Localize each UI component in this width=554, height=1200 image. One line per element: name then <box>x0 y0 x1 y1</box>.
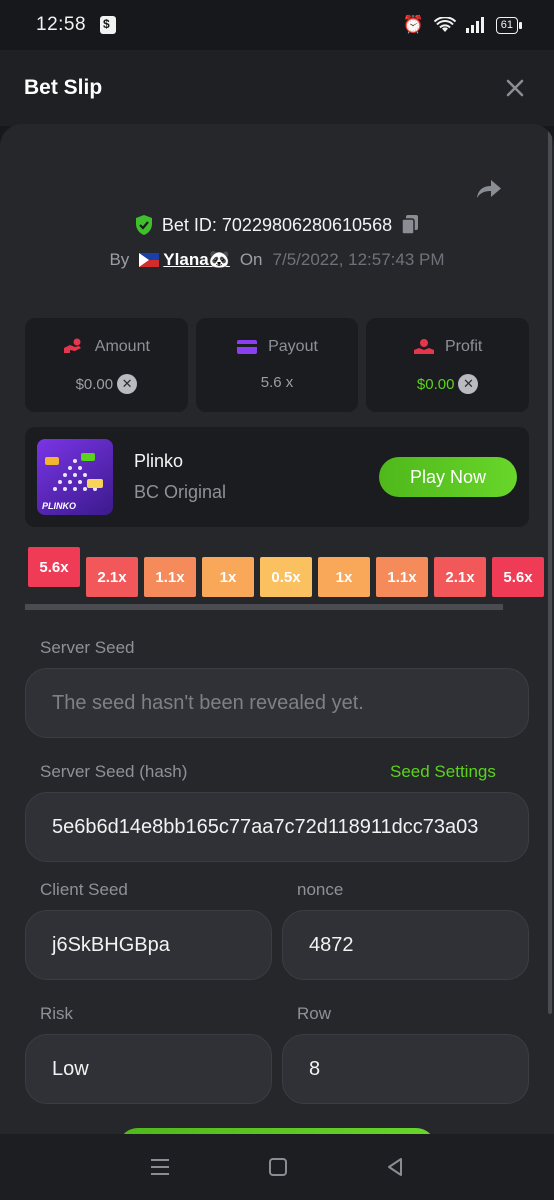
share-icon[interactable] <box>474 174 504 204</box>
bet-slip-header: Bet Slip <box>0 50 554 126</box>
multiplier-tile: 0.5x <box>260 557 312 597</box>
profit-value: $0.00 <box>416 375 455 393</box>
game-name: Plinko <box>134 451 184 471</box>
multiplier-tile: 1x <box>318 557 370 597</box>
risk-field[interactable]: Low <box>25 1034 272 1104</box>
coin-icon: ✕ <box>458 374 479 394</box>
bet-id: Bet ID: 70229806280610568 <box>161 214 393 235</box>
seed-settings-link[interactable]: Seed Settings <box>390 762 496 782</box>
client-seed-label: Client Seed <box>40 880 128 899</box>
profit-icon <box>414 339 434 354</box>
close-icon <box>506 79 524 97</box>
bet-id-row: Bet ID: 70229806280610568 <box>0 214 554 236</box>
back-icon[interactable] <box>385 1157 405 1177</box>
on-label: On <box>239 250 263 269</box>
shop-notification-icon <box>100 16 117 34</box>
recents-icon[interactable] <box>149 1157 171 1177</box>
bet-date: 7/5/2022, 12:57:43 PM <box>272 250 445 269</box>
payout-card: Payout 5.6 x <box>195 318 359 412</box>
bet-meta-row: By Ylana🐼 On 7/5/2022, 12:57:43 PM <box>0 250 554 270</box>
page-title: Bet Slip <box>24 76 103 99</box>
multiplier-tile: 2.1x <box>86 557 138 597</box>
philippines-flag-icon <box>139 253 160 267</box>
plinko-thumbnail[interactable]: PLINKO <box>37 439 113 515</box>
user-name: Ylana🐼 <box>163 250 230 269</box>
amount-card: Amount $0.00 ✕ <box>25 318 188 412</box>
bet-slip-panel: Bet ID: 70229806280610568 By Ylana🐼 On 7… <box>0 124 554 1134</box>
payout-value: 5.6 x <box>260 374 294 391</box>
profit-card: Profit $0.00 ✕ <box>366 318 530 412</box>
multiplier-tile: 5.6x <box>28 547 80 587</box>
multiplier-tile: 1.1x <box>376 557 428 597</box>
nonce-label: nonce <box>297 880 344 899</box>
shield-check-icon <box>135 215 152 235</box>
bet-stats: Amount $0.00 ✕ Payout 5.6 x Profit $0.00 <box>25 318 530 412</box>
amount-label: Amount <box>94 338 150 355</box>
row-field[interactable]: 8 <box>282 1034 529 1104</box>
user-link[interactable]: Ylana🐼 <box>139 250 230 270</box>
thumbnail-label: PLINKO <box>42 501 77 511</box>
server-seed-hash-label: Server Seed (hash) <box>40 762 188 781</box>
by-label: By <box>109 250 130 269</box>
play-now-button[interactable]: Play Now <box>379 457 517 497</box>
server-seed-hash-field[interactable]: 5e6b6d14e8bb165c77aa7c72d118911dcc73a03 <box>25 792 529 862</box>
multiplier-row: 5.6x 2.1x 1.1x 1x 0.5x 1x 1.1x 2.1x 5.6x <box>28 547 554 607</box>
status-bar: 12:58 ⏰ 61 <box>0 0 554 50</box>
coin-icon: ✕ <box>117 374 138 394</box>
row-label: Row <box>297 1004 332 1023</box>
amount-value: $0.00 <box>75 375 114 393</box>
alarm-icon: ⏰ <box>402 15 424 34</box>
home-icon[interactable] <box>268 1157 288 1177</box>
server-seed-label: Server Seed <box>40 638 135 657</box>
risk-label: Risk <box>40 1004 74 1023</box>
amount-icon <box>63 338 81 353</box>
game-provider: BC Original <box>134 482 227 502</box>
payout-label: Payout <box>268 338 318 355</box>
nonce-field[interactable]: 4872 <box>282 910 529 980</box>
wifi-icon <box>433 17 456 32</box>
profit-label: Profit <box>445 338 483 355</box>
multiplier-tile: 2.1x <box>434 557 486 597</box>
battery-icon: 61 <box>495 16 523 34</box>
wallet-icon <box>237 340 258 354</box>
server-seed-field[interactable]: The seed hasn't been revealed yet. <box>25 668 529 738</box>
game-card: PLINKO Plinko BC Original Play Now <box>25 427 529 527</box>
copy-icon[interactable] <box>400 214 420 236</box>
status-time: 12:58 <box>36 14 87 35</box>
multiplier-tile: 5.6x <box>492 557 544 597</box>
multiplier-tile: 1.1x <box>144 557 196 597</box>
multiplier-tile: 1x <box>202 557 254 597</box>
system-nav-bar <box>0 1134 554 1200</box>
multiplier-track <box>25 604 503 610</box>
client-seed-field[interactable]: j6SkBHGBpa <box>25 910 272 980</box>
close-button[interactable] <box>500 73 530 103</box>
signal-icon <box>465 17 484 33</box>
